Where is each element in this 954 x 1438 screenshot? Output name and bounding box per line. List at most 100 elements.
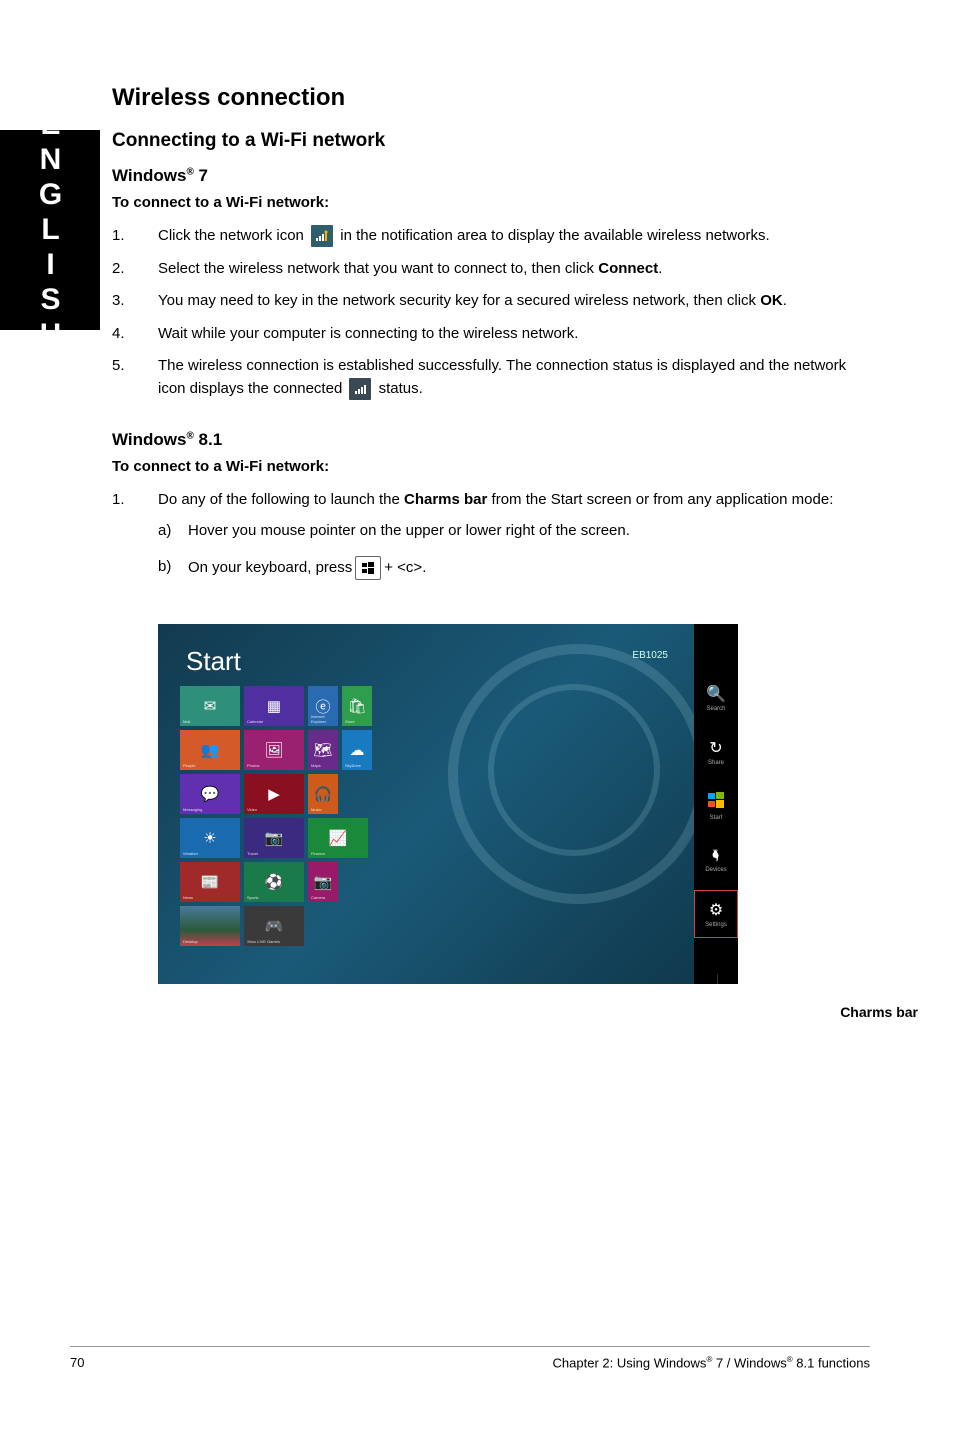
- calendar-icon: ▦: [267, 697, 281, 715]
- tile-messaging[interactable]: 💬Messaging: [180, 774, 240, 814]
- step-text: The wireless connection is established s…: [158, 355, 872, 400]
- step-num: 4.: [112, 323, 158, 346]
- connected-signal-icon: [349, 378, 371, 400]
- network-icon: [311, 225, 333, 247]
- callout-line: [717, 974, 718, 984]
- start-screen: Start EB1025 ✉Mail ▦Calendar ⓔInternet E…: [158, 624, 738, 984]
- win81-steps: 1. Do any of the following to launch the…: [112, 489, 872, 594]
- messaging-icon: 💬: [201, 785, 220, 803]
- step-text: Click the network icon in the notificati…: [158, 225, 872, 248]
- tile-sports[interactable]: ⚽Sports: [244, 862, 304, 902]
- tile-skydrive[interactable]: ☁SkyDrive: [342, 730, 372, 770]
- charm-start[interactable]: Start: [694, 782, 738, 830]
- devices-icon: 🖣: [712, 847, 720, 865]
- windows-key-icon: [355, 556, 381, 580]
- tile-weather[interactable]: ☀Weather: [180, 818, 240, 858]
- tile-music[interactable]: 🎧Music: [308, 774, 338, 814]
- tile-mail[interactable]: ✉Mail: [180, 686, 240, 726]
- tile-ie[interactable]: ⓔInternet Explorer: [308, 686, 338, 726]
- step-text: Select the wireless network that you wan…: [158, 258, 872, 281]
- language-tab-label: ENGLISH: [33, 108, 67, 353]
- step-3: 3. You may need to key in the network se…: [112, 290, 872, 313]
- win81-step-1: 1. Do any of the following to launch the…: [112, 489, 872, 594]
- cloud-icon: ☁: [350, 741, 365, 759]
- store-icon: 🛍: [347, 697, 366, 715]
- win81-substeps: a) Hover you mouse pointer on the upper …: [158, 520, 872, 581]
- gear-icon: ⚙: [709, 900, 723, 920]
- win81-heading-pre: Windows: [112, 430, 186, 449]
- tile-maps[interactable]: 🗺Maps: [308, 730, 338, 770]
- win81-heading: Windows® 8.1: [112, 430, 872, 450]
- tile-desktop[interactable]: Desktop: [180, 906, 240, 946]
- finance-icon: 📈: [329, 829, 348, 847]
- headphones-icon: 🎧: [314, 785, 333, 803]
- xbox-icon: 🎮: [265, 917, 284, 935]
- step-num: 1.: [112, 225, 158, 248]
- charm-search[interactable]: 🔍Search: [694, 674, 738, 722]
- substep-b: b) On your keyboard, press + <c>.: [158, 556, 872, 580]
- step-4: 4. Wait while your computer is connectin…: [112, 323, 872, 346]
- tile-travel[interactable]: 📷Travel: [244, 818, 304, 858]
- section-heading: Connecting to a Wi-Fi network: [112, 130, 872, 152]
- windows-icon: [708, 792, 724, 813]
- substep-text: Hover you mouse pointer on the upper or …: [188, 520, 872, 543]
- step-text: You may need to key in the network secur…: [158, 290, 872, 313]
- tiles-grid: ✉Mail ▦Calendar ⓔInternet Explorer 🛍Stor…: [178, 684, 478, 948]
- tile-news[interactable]: 📰News: [180, 862, 240, 902]
- win7-subhead: To connect to a Wi-Fi network:: [112, 194, 872, 211]
- user-label: EB1025: [632, 650, 668, 661]
- charms-bar: 🔍Search ↻Share Start 🖣Devices ⚙Settings: [694, 624, 738, 984]
- sports-icon: ⚽: [265, 873, 284, 891]
- win7-steps: 1. Click the network icon in the notific…: [112, 225, 872, 400]
- footer-chapter: Chapter 2: Using Windows® 7 / Windows® 8…: [553, 1355, 870, 1370]
- mail-icon: ✉: [204, 697, 217, 715]
- charm-share[interactable]: ↻Share: [694, 728, 738, 776]
- tile-store[interactable]: 🛍Store: [342, 686, 372, 726]
- search-icon: 🔍: [706, 684, 726, 704]
- tile-photos[interactable]: 🖼Photos: [244, 730, 304, 770]
- weather-icon: ☀: [203, 829, 216, 847]
- main-content: Wireless connection Connecting to a Wi-F…: [112, 84, 872, 1020]
- people-icon: 👥: [201, 741, 220, 759]
- registered-mark: ®: [186, 430, 193, 441]
- step-num: 2.: [112, 258, 158, 281]
- step-num: 1.: [112, 489, 158, 594]
- video-icon: ▶: [268, 785, 280, 803]
- substep-a: a) Hover you mouse pointer on the upper …: [158, 520, 872, 543]
- win7-heading-pre: Windows: [112, 166, 186, 185]
- travel-icon: 📷: [265, 829, 284, 847]
- tile-xbox[interactable]: 🎮Xbox LIVE Games: [244, 906, 304, 946]
- start-title: Start: [186, 646, 241, 677]
- tile-finance[interactable]: 📈Finance: [308, 818, 368, 858]
- step-num: 3.: [112, 290, 158, 313]
- step-text: Wait while your computer is connecting t…: [158, 323, 872, 346]
- news-icon: 📰: [201, 873, 220, 891]
- step-5: 5. The wireless connection is establishe…: [112, 355, 872, 400]
- step-2: 2. Select the wireless network that you …: [112, 258, 872, 281]
- step-text: Do any of the following to launch the Ch…: [158, 489, 872, 594]
- win7-heading: Windows® 7: [112, 166, 872, 186]
- page-title: Wireless connection: [112, 84, 872, 112]
- charm-settings[interactable]: ⚙Settings: [694, 890, 738, 938]
- page-footer: 70 Chapter 2: Using Windows® 7 / Windows…: [70, 1346, 870, 1370]
- photos-icon: 🖼: [264, 741, 283, 759]
- charms-bar-label: Charms bar: [158, 1004, 918, 1020]
- step-1: 1. Click the network icon in the notific…: [112, 225, 872, 248]
- substep-text: On your keyboard, press + <c>.: [188, 556, 872, 580]
- language-tab: ENGLISH: [0, 130, 100, 330]
- tile-calendar[interactable]: ▦Calendar: [244, 686, 304, 726]
- charm-devices[interactable]: 🖣Devices: [694, 836, 738, 884]
- camera-icon: 📷: [314, 873, 333, 891]
- tile-camera[interactable]: 📷Camera: [308, 862, 338, 902]
- registered-mark: ®: [186, 166, 193, 177]
- page: ENGLISH Wireless connection Connecting t…: [0, 0, 954, 1438]
- tile-video[interactable]: ▶Video: [244, 774, 304, 814]
- win81-heading-post: 8.1: [194, 430, 222, 449]
- tile-people[interactable]: 👥People: [180, 730, 240, 770]
- substep-letter: a): [158, 520, 188, 543]
- page-number: 70: [70, 1355, 84, 1370]
- step-num: 5.: [112, 355, 158, 400]
- screenshot-figure: Start EB1025 ✉Mail ▦Calendar ⓔInternet E…: [158, 624, 872, 1020]
- win81-subhead: To connect to a Wi-Fi network:: [112, 458, 872, 475]
- share-icon: ↻: [709, 738, 722, 758]
